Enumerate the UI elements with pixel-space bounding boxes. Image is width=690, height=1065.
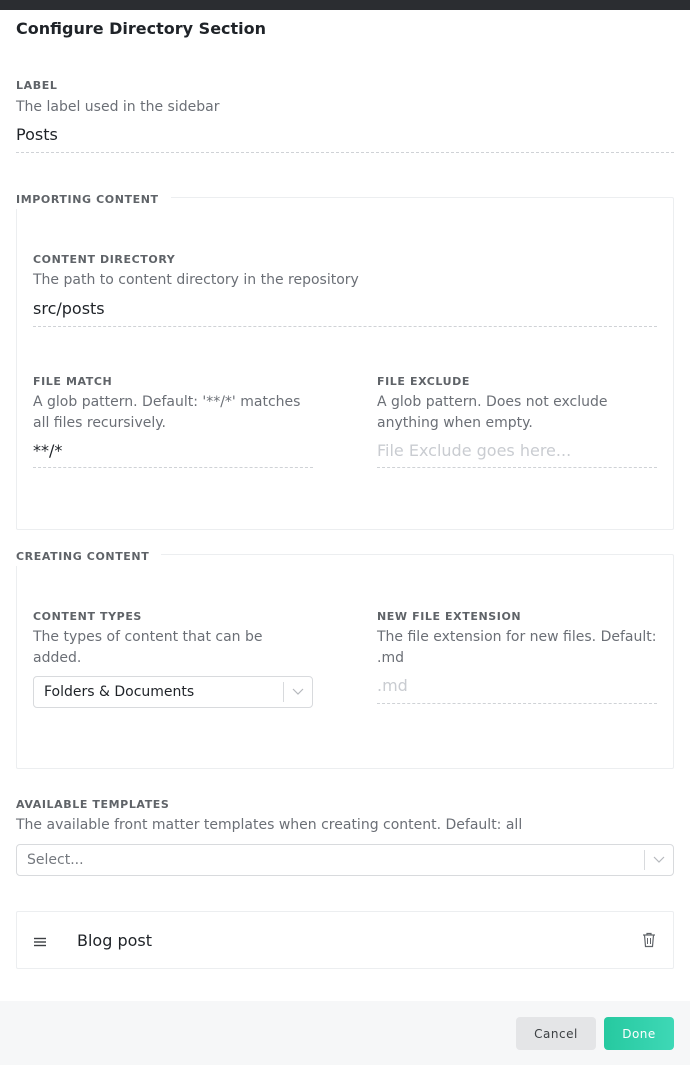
label-input[interactable]: Posts: [16, 125, 58, 144]
available-templates-label: AVAILABLE TEMPLATES: [16, 798, 170, 811]
content-directory-hint: The path to content directory in the rep…: [33, 272, 359, 288]
new-file-extension-underline: [377, 703, 657, 704]
cancel-button[interactable]: Cancel: [516, 1017, 596, 1050]
creating-content-legend: CREATING CONTENT: [16, 548, 162, 566]
file-exclude-input[interactable]: File Exclude goes here...: [377, 441, 571, 460]
trash-icon[interactable]: [642, 932, 658, 950]
file-exclude-hint: A glob pattern. Does not exclude anythin…: [377, 394, 608, 431]
content-directory-label: CONTENT DIRECTORY: [33, 253, 176, 266]
label-field-hint: The label used in the sidebar: [16, 99, 220, 115]
new-file-extension-input[interactable]: .md: [377, 676, 408, 695]
label-input-underline: [16, 152, 674, 153]
dialog-title: Configure Directory Section: [16, 19, 267, 38]
done-button[interactable]: Done: [604, 1017, 674, 1050]
templates-select-placeholder: Select...: [27, 852, 84, 868]
drag-handle-icon[interactable]: [33, 934, 47, 948]
importing-content-legend: IMPORTING CONTENT: [16, 191, 171, 209]
file-exclude-underline: [377, 467, 657, 468]
file-match-input[interactable]: **/*: [33, 441, 62, 460]
file-exclude-label: FILE EXCLUDE: [377, 375, 471, 388]
new-file-extension-label: NEW FILE EXTENSION: [377, 610, 522, 623]
content-types-select[interactable]: Folders & Documents: [33, 676, 313, 708]
content-types-selected: Folders & Documents: [44, 684, 195, 700]
chevron-down-icon[interactable]: [645, 845, 673, 875]
chevron-down-icon[interactable]: [284, 677, 312, 707]
templates-select[interactable]: Select...: [16, 844, 674, 876]
content-directory-underline: [33, 326, 657, 327]
template-list-item: Blog post: [16, 911, 674, 969]
new-file-extension-hint: The file extension for new files. Defaul…: [377, 629, 657, 666]
file-match-underline: [33, 467, 313, 468]
content-directory-input[interactable]: src/posts: [33, 299, 105, 318]
content-types-label: CONTENT TYPES: [33, 610, 142, 623]
content-types-hint: The types of content that can be added.: [33, 629, 263, 666]
file-match-hint: A glob pattern. Default: '**/*' matches …: [33, 394, 301, 431]
template-item-name: Blog post: [77, 931, 153, 950]
available-templates-hint: The available front matter templates whe…: [16, 817, 523, 833]
window-topbar: [0, 0, 690, 10]
file-match-label: FILE MATCH: [33, 375, 113, 388]
importing-content-fieldset: [16, 197, 674, 530]
label-field-label: LABEL: [16, 79, 58, 92]
